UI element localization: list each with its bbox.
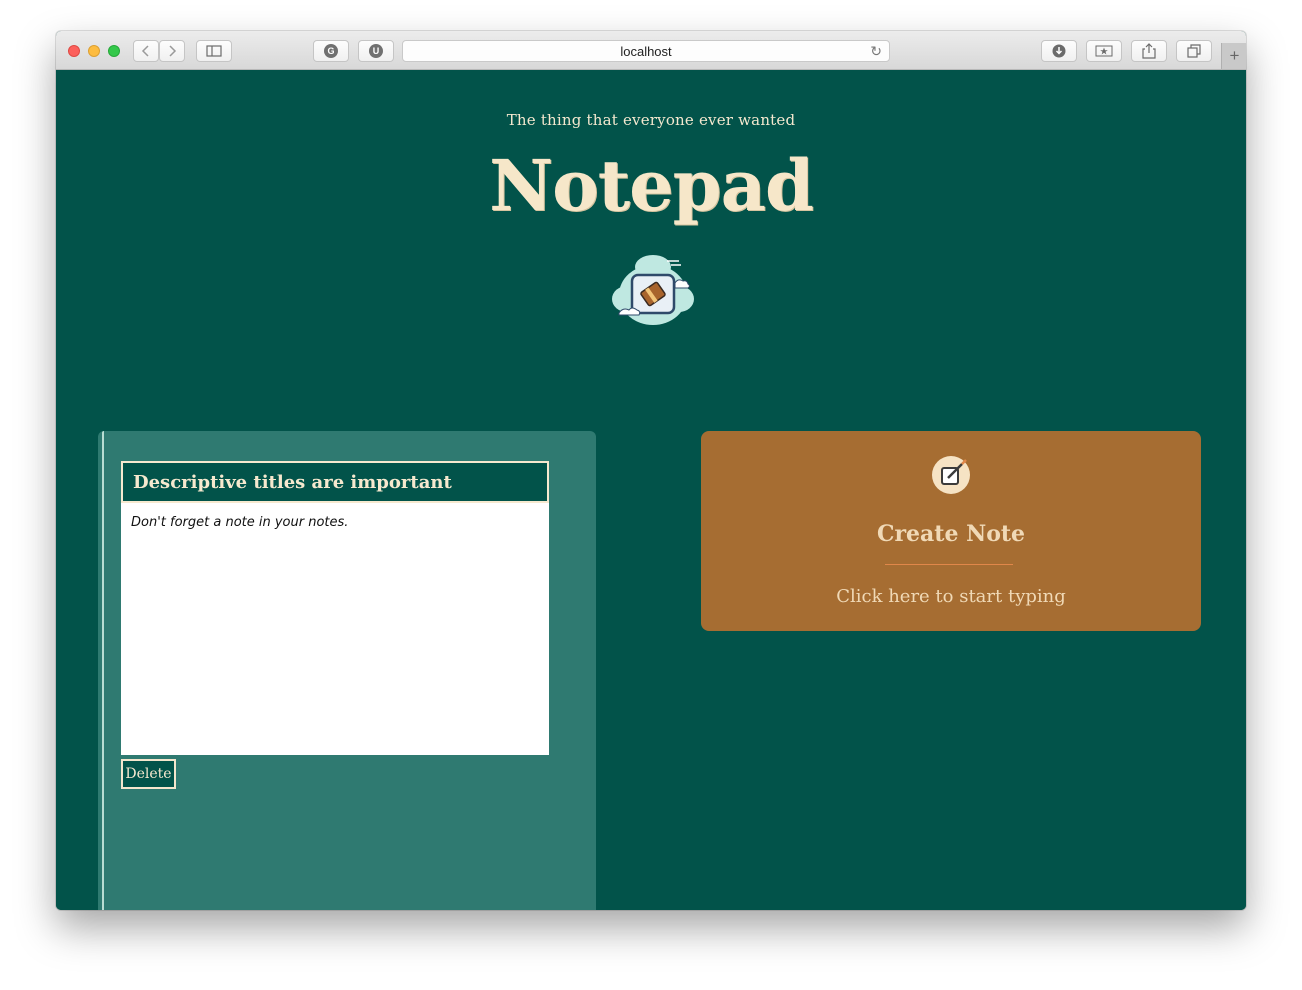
- browser-window: G U localhost ↻ + The thing that everyon…: [56, 31, 1246, 910]
- edit-note-icon: [932, 456, 970, 494]
- notebook-cloud-icon: [612, 255, 694, 325]
- delete-button[interactable]: Delete: [121, 759, 176, 789]
- close-window-button[interactable]: [68, 45, 80, 57]
- star-icon: [1095, 45, 1113, 57]
- extension-g-button[interactable]: G: [313, 40, 349, 62]
- minimize-window-button[interactable]: [88, 45, 100, 57]
- ublock-icon: U: [369, 44, 383, 58]
- panel-edge: [102, 431, 104, 910]
- create-note-subtitle: Click here to start typing: [836, 586, 1066, 607]
- reload-icon[interactable]: ↻: [870, 43, 882, 60]
- zoom-window-button[interactable]: [108, 45, 120, 57]
- share-icon: [1142, 43, 1156, 59]
- note-title[interactable]: Descriptive titles are important: [121, 461, 549, 503]
- tagline: The thing that everyone ever wanted: [506, 111, 796, 129]
- download-icon: [1052, 44, 1066, 58]
- note-body[interactable]: Don't forget a note in your notes.: [131, 515, 348, 530]
- note-card[interactable]: Descriptive titles are important Don't f…: [121, 461, 549, 755]
- create-note-card[interactable]: Create Note Click here to start typing: [701, 431, 1201, 631]
- new-tab-button[interactable]: +: [1221, 43, 1246, 69]
- downloads-button[interactable]: [1041, 40, 1077, 62]
- sidebar-icon: [206, 45, 222, 57]
- share-button[interactable]: [1131, 40, 1167, 62]
- extension-u-button[interactable]: U: [358, 40, 394, 62]
- tabs-icon: [1187, 44, 1201, 58]
- tabs-overview-button[interactable]: [1176, 40, 1212, 62]
- page-content: The thing that everyone ever wanted Note…: [56, 70, 1246, 910]
- divider: [885, 564, 1013, 565]
- create-note-title: Create Note: [876, 521, 1026, 547]
- sidebar-toggle-button[interactable]: [196, 40, 232, 62]
- back-button[interactable]: [133, 40, 159, 62]
- forward-button[interactable]: [159, 40, 185, 62]
- bookmarks-button[interactable]: [1086, 40, 1122, 62]
- plus-icon: +: [1229, 46, 1240, 65]
- address-bar[interactable]: localhost ↻: [402, 40, 890, 62]
- chevron-right-icon: [169, 45, 177, 57]
- grammarly-icon: G: [324, 44, 338, 58]
- notes-panel: Descriptive titles are important Don't f…: [98, 431, 596, 910]
- chevron-left-icon: [141, 45, 149, 57]
- browser-toolbar: G U localhost ↻ +: [56, 31, 1246, 70]
- page-title: Notepad: [489, 144, 814, 227]
- url-text: localhost: [620, 43, 672, 59]
